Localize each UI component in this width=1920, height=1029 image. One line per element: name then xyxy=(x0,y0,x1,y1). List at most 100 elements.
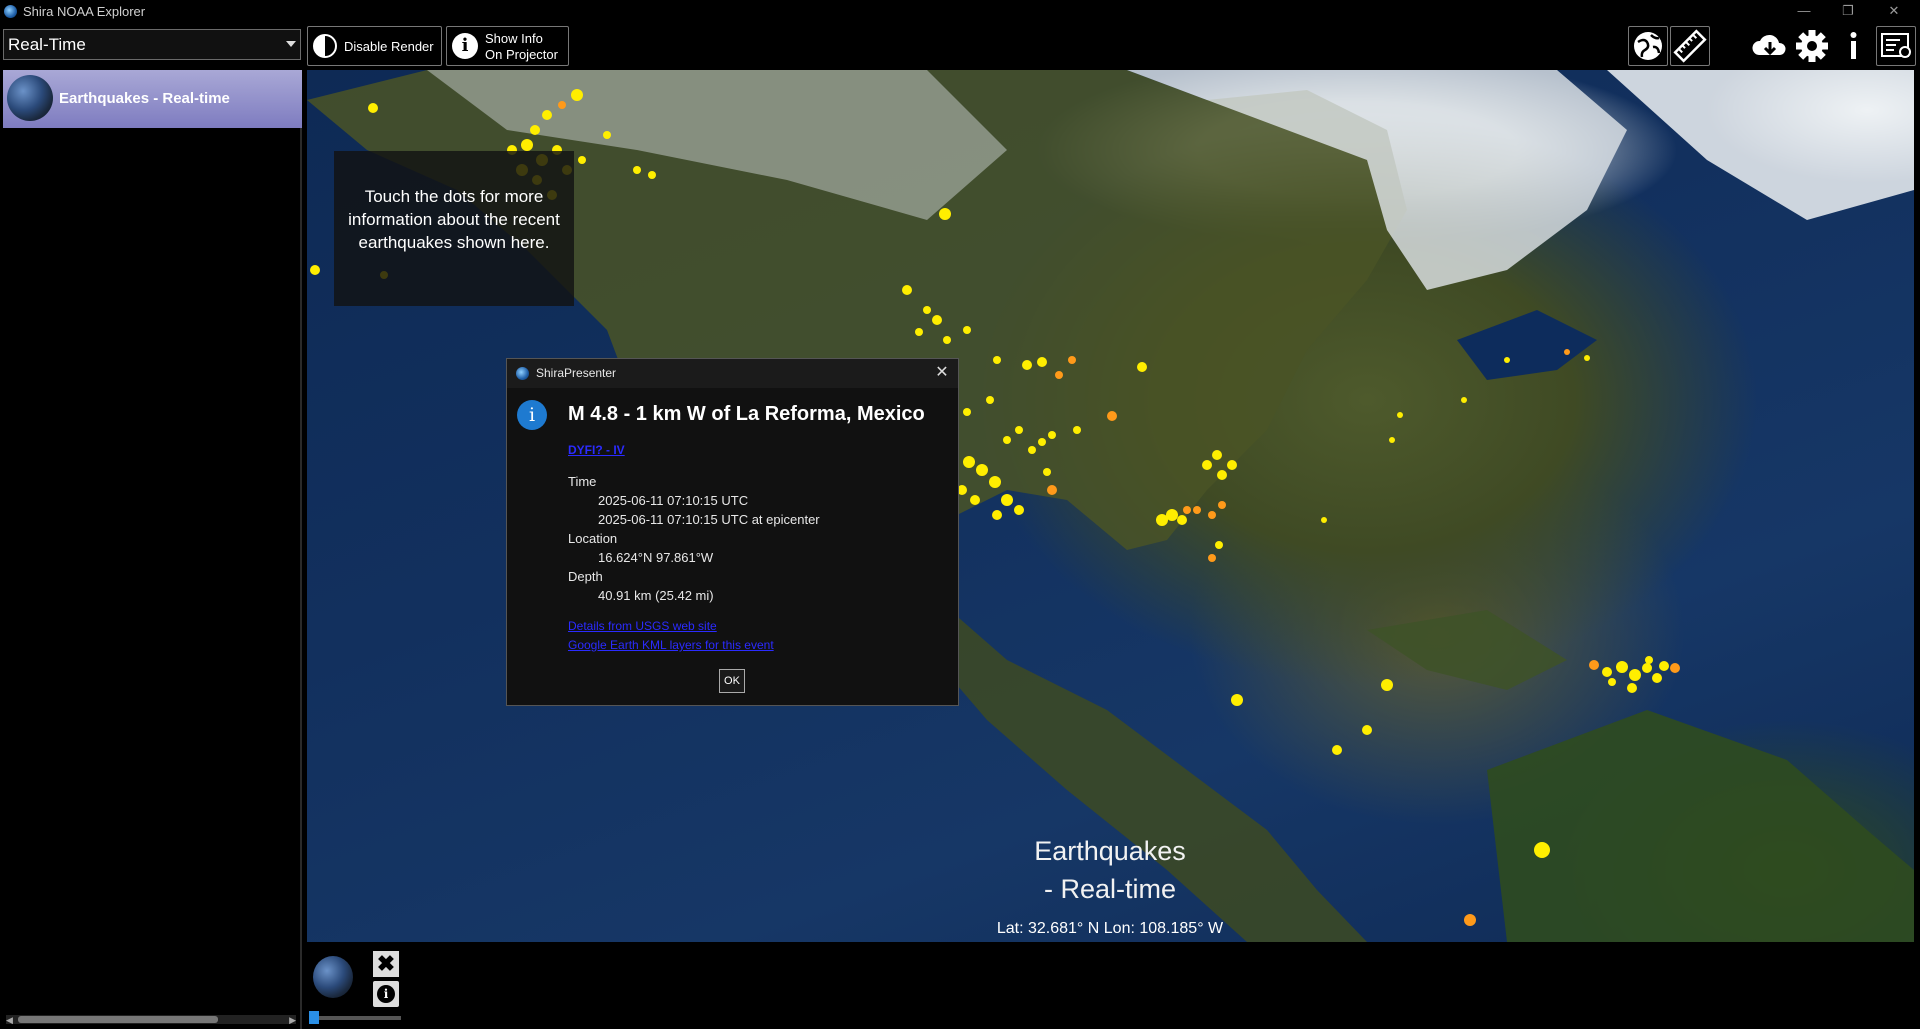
earthquake-dot[interactable] xyxy=(943,336,951,344)
close-window-button[interactable]: ✕ xyxy=(1874,2,1914,22)
earthquake-dot[interactable] xyxy=(603,131,611,139)
scroll-left-icon[interactable]: ◀ xyxy=(6,1015,13,1026)
earthquake-dot[interactable] xyxy=(1107,411,1117,421)
show-info-on-projector-button[interactable]: i Show Info On Projector xyxy=(446,26,569,66)
earthquake-dot[interactable] xyxy=(1202,460,1212,470)
earthquake-dot[interactable] xyxy=(1014,505,1024,515)
earthquake-dot[interactable] xyxy=(1332,745,1342,755)
usgs-details-link[interactable]: Details from USGS web site xyxy=(568,619,717,633)
earthquake-dot[interactable] xyxy=(1629,669,1641,681)
playlist-item-thumbnail[interactable] xyxy=(313,956,353,998)
earthquake-dot[interactable] xyxy=(963,456,975,468)
earthquake-dot[interactable] xyxy=(1321,517,1327,523)
earthquake-dot[interactable] xyxy=(1504,357,1510,363)
earthquake-dot[interactable] xyxy=(1166,509,1178,521)
earthquake-dot[interactable] xyxy=(1602,667,1612,677)
earthquake-dot[interactable] xyxy=(633,166,641,174)
earthquake-dot[interactable] xyxy=(915,328,923,336)
earthquake-dot[interactable] xyxy=(993,356,1001,364)
earthquake-dot[interactable] xyxy=(1037,357,1047,367)
earthquake-dot[interactable] xyxy=(923,306,931,314)
earthquake-dot[interactable] xyxy=(1212,450,1222,460)
earthquake-dot[interactable] xyxy=(310,265,320,275)
earthquake-dot[interactable] xyxy=(1047,485,1057,495)
earthquake-dot[interactable] xyxy=(992,510,1002,520)
earthquake-dot[interactable] xyxy=(932,315,942,325)
dyfi-link[interactable]: DYFI? - IV xyxy=(568,443,625,457)
minimize-button[interactable]: — xyxy=(1784,2,1824,22)
earthquake-dot[interactable] xyxy=(1627,683,1637,693)
download-button[interactable] xyxy=(1750,26,1790,66)
remove-item-button[interactable]: ✖ xyxy=(373,951,399,977)
dialog-close-button[interactable]: ✕ xyxy=(931,361,953,385)
earthquake-dot[interactable] xyxy=(1028,446,1036,454)
earthquake-dot[interactable] xyxy=(1670,663,1680,673)
earthquake-dot[interactable] xyxy=(1022,360,1032,370)
earthquake-dot[interactable] xyxy=(521,139,533,151)
earthquake-dot[interactable] xyxy=(1038,438,1046,446)
earthquake-dot[interactable] xyxy=(542,110,552,120)
disable-render-button[interactable]: Disable Render xyxy=(307,26,442,66)
earthquake-dot[interactable] xyxy=(963,408,971,416)
about-button[interactable] xyxy=(1834,26,1874,66)
earthquake-dot[interactable] xyxy=(1645,656,1653,664)
settings-button[interactable] xyxy=(1792,26,1832,66)
earthquake-dot[interactable] xyxy=(1217,470,1227,480)
earthquake-dot[interactable] xyxy=(1231,694,1243,706)
scrollbar-thumb[interactable] xyxy=(18,1016,218,1023)
earthquake-dot[interactable] xyxy=(1003,436,1011,444)
earthquake-dot[interactable] xyxy=(1055,371,1063,379)
earthquake-dot[interactable] xyxy=(1177,515,1187,525)
earthquake-dot[interactable] xyxy=(1642,663,1652,673)
earthquake-dot[interactable] xyxy=(1215,541,1223,549)
measure-button[interactable] xyxy=(1670,26,1710,66)
earthquake-dot[interactable] xyxy=(902,285,912,295)
earthquake-dot[interactable] xyxy=(648,171,656,179)
earthquake-dot[interactable] xyxy=(1048,431,1056,439)
kml-layers-link[interactable]: Google Earth KML layers for this event xyxy=(568,638,774,652)
earthquake-dot[interactable] xyxy=(1362,725,1372,735)
earthquake-dot[interactable] xyxy=(1015,426,1023,434)
earthquake-dot[interactable] xyxy=(970,495,980,505)
ok-button[interactable]: OK xyxy=(719,669,745,693)
presenter-button[interactable] xyxy=(1876,26,1916,66)
earthquake-dot[interactable] xyxy=(1652,673,1662,683)
item-info-button[interactable]: i xyxy=(373,981,399,1007)
earthquake-dot[interactable] xyxy=(530,125,540,135)
scroll-right-icon[interactable]: ▶ xyxy=(289,1015,296,1026)
earthquake-dot[interactable] xyxy=(1616,661,1628,673)
earthquake-dot[interactable] xyxy=(1001,494,1013,506)
earthquake-dot[interactable] xyxy=(1208,554,1216,562)
earthquake-dot[interactable] xyxy=(1389,437,1395,443)
earthquake-dot[interactable] xyxy=(1073,426,1081,434)
earthquake-dot[interactable] xyxy=(1564,349,1570,355)
sidebar-item-earthquakes-real-time[interactable]: Earthquakes - Real-time xyxy=(3,70,302,128)
earthquake-dot[interactable] xyxy=(558,101,566,109)
earthquake-dot[interactable] xyxy=(939,208,951,220)
earthquake-dot[interactable] xyxy=(963,326,971,334)
earthquake-dot[interactable] xyxy=(1068,356,1076,364)
earthquake-dot[interactable] xyxy=(1464,914,1476,926)
playback-slider[interactable] xyxy=(309,1011,401,1024)
earthquake-dot[interactable] xyxy=(1381,679,1393,691)
earthquake-dot[interactable] xyxy=(1534,842,1550,858)
dataset-category-select[interactable]: Real-Time xyxy=(3,29,301,60)
earthquake-dot[interactable] xyxy=(1218,501,1226,509)
earthquake-dot[interactable] xyxy=(368,103,378,113)
earthquake-dot[interactable] xyxy=(1397,412,1403,418)
earthquake-dot[interactable] xyxy=(976,464,988,476)
earthquake-dot[interactable] xyxy=(1461,397,1467,403)
sidebar-horizontal-scrollbar[interactable]: ◀ ▶ xyxy=(6,1015,296,1026)
earthquake-dot[interactable] xyxy=(1608,678,1616,686)
earthquake-dot[interactable] xyxy=(578,156,586,164)
earthquake-dot[interactable] xyxy=(1208,511,1216,519)
earthquake-dot[interactable] xyxy=(1584,355,1590,361)
globe-button[interactable] xyxy=(1628,26,1668,66)
earthquake-dot[interactable] xyxy=(1137,362,1147,372)
earthquake-dot[interactable] xyxy=(989,476,1001,488)
earthquake-dot[interactable] xyxy=(1193,506,1201,514)
earthquake-dot[interactable] xyxy=(1589,660,1599,670)
earthquake-dot[interactable] xyxy=(986,396,994,404)
slider-handle[interactable] xyxy=(309,1011,319,1024)
earthquake-dot[interactable] xyxy=(1043,468,1051,476)
